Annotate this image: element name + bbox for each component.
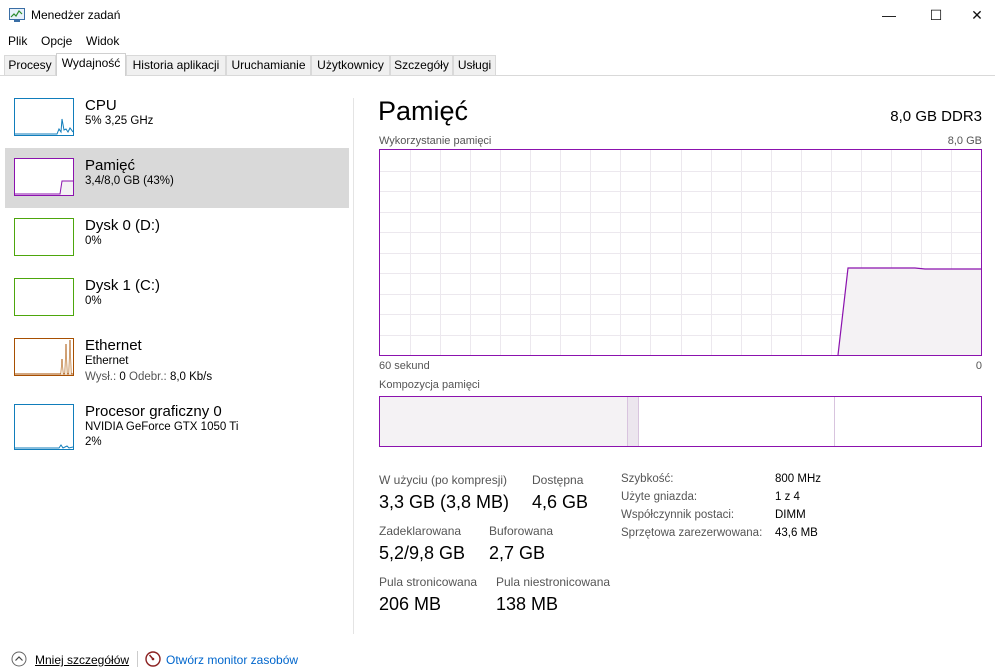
task-manager-icon xyxy=(9,8,25,22)
cached-label: Buforowana xyxy=(489,524,554,538)
tab-wydajnosc[interactable]: Wydajność xyxy=(56,53,126,76)
paged-pool-value: 206 MB xyxy=(379,594,442,614)
send-value: 0 xyxy=(119,371,126,383)
committed-label: Zadeklarowana xyxy=(379,524,462,538)
sidebar-item-detail: 0% xyxy=(85,235,102,247)
pane-divider[interactable] xyxy=(353,98,354,634)
memory-composition-bar xyxy=(379,396,982,447)
receive-label: Odebr.: xyxy=(129,371,167,383)
resource-monitor-icon[interactable] xyxy=(145,651,161,667)
in-use-value: 3,3 GB (3,8 MB) xyxy=(379,492,510,512)
gpu-thumbnail-graph xyxy=(14,404,74,450)
less-details-link[interactable]: Mniej szczegółów xyxy=(35,653,129,667)
open-resource-monitor-link[interactable]: Otwórz monitor zasobów xyxy=(166,653,298,667)
memory-thumbnail-graph xyxy=(14,158,74,196)
hardware-reserved-label: Sprzętowa zarezerwowana: xyxy=(621,527,763,539)
slots-used-value: 1 z 4 xyxy=(775,491,800,503)
disk1-thumbnail-graph xyxy=(14,278,74,316)
tab-procesy[interactable]: Procesy xyxy=(4,55,56,75)
sidebar-item-detail: 3,4/8,0 GB (43%) xyxy=(85,175,174,187)
page-title: Pamięć xyxy=(378,96,469,126)
sidebar-item-gpu[interactable]: Procesor graficzny 0 NVIDIA GeForce GTX … xyxy=(5,394,349,456)
usage-area-fill xyxy=(838,268,981,355)
send-label: Wysł.: xyxy=(85,371,117,383)
form-factor-value: DIMM xyxy=(775,509,806,521)
available-value: 4,6 GB xyxy=(532,492,589,512)
memory-type: 8,0 GB DDR3 xyxy=(890,108,982,125)
sidebar-item-cpu[interactable]: CPU 5% 3,25 GHz xyxy=(5,88,349,148)
memory-usage-graph xyxy=(379,149,982,356)
sidebar-item-detail: NVIDIA GeForce GTX 1050 Ti xyxy=(85,421,239,433)
sidebar-item-title: CPU xyxy=(85,97,117,114)
sidebar-item-title: Dysk 1 (C:) xyxy=(85,277,160,294)
usage-graph-max: 8,0 GB xyxy=(947,135,982,147)
window-title: Menedżer zadań xyxy=(31,8,121,22)
close-button[interactable]: ✕ xyxy=(954,0,995,30)
tab-uruchamianie[interactable]: Uruchamianie xyxy=(226,55,311,75)
sidebar-item-detail: 5% 3,25 GHz xyxy=(85,115,154,127)
ethernet-throughput: Wysł.: 0 Odebr.: 8,0 Kb/s xyxy=(85,371,212,383)
footer-bar: Mniej szczegółów Otwórz monitor zasobów xyxy=(0,645,995,669)
maximize-icon: ☐ xyxy=(929,6,943,23)
receive-value: 8,0 Kb/s xyxy=(169,371,213,383)
tab-uzytkownicy[interactable]: Użytkownicy xyxy=(311,55,390,75)
composition-standby[interactable] xyxy=(639,397,835,446)
sidebar-item-title: Ethernet xyxy=(85,337,142,354)
menu-bar: Plik Opcje Widok xyxy=(0,31,995,51)
title-bar: Menedżer zadań — ☐ ✕ xyxy=(0,0,995,30)
available-label: Dostępna xyxy=(532,473,584,487)
menu-widok[interactable]: Widok xyxy=(86,34,119,48)
sidebar-item-disk0[interactable]: Dysk 0 (D:) 0% xyxy=(5,208,349,268)
sidebar-item-disk1[interactable]: Dysk 1 (C:) 0% xyxy=(5,268,349,328)
composition-free[interactable] xyxy=(835,397,981,446)
hardware-reserved-value: 43,6 MB xyxy=(775,527,818,539)
composition-label: Kompozycja pamięci xyxy=(379,379,480,391)
menu-opcje[interactable]: Opcje xyxy=(41,34,72,48)
menu-plik[interactable]: Plik xyxy=(8,34,27,48)
speed-label: Szybkość: xyxy=(621,473,674,485)
composition-modified[interactable] xyxy=(627,397,639,446)
nonpaged-pool-label: Pula niestronicowana xyxy=(496,575,611,589)
sidebar-item-memory[interactable]: Pamięć 3,4/8,0 GB (43%) xyxy=(5,148,349,208)
sidebar-item-title: Procesor graficzny 0 xyxy=(85,403,222,420)
close-icon: ✕ xyxy=(971,6,983,23)
tab-historia-aplikacji[interactable]: Historia aplikacji xyxy=(126,55,226,75)
minimize-icon: — xyxy=(882,7,896,23)
maximize-button[interactable]: ☐ xyxy=(913,0,959,30)
sidebar-item-title: Pamięć xyxy=(85,157,136,174)
committed-value: 5,2/9,8 GB xyxy=(379,543,466,563)
usage-graph-label: Wykorzystanie pamięci xyxy=(379,135,492,147)
in-use-label: W użyciu (po kompresji) xyxy=(379,473,508,487)
sidebar-item-ethernet[interactable]: Ethernet Ethernet Wysł.: 0 Odebr.: 8,0 K… xyxy=(5,328,349,388)
collapse-chevron-icon[interactable] xyxy=(11,651,27,667)
form-factor-label: Współczynnik postaci: xyxy=(621,509,735,521)
sidebar-item-detail: Ethernet xyxy=(85,355,129,367)
minimize-button[interactable]: — xyxy=(866,0,912,30)
time-axis-left: 60 sekund xyxy=(379,360,430,372)
speed-value: 800 MHz xyxy=(775,473,822,485)
footer-separator xyxy=(137,651,138,667)
disk0-thumbnail-graph xyxy=(14,218,74,256)
sidebar-item-utilization: 2% xyxy=(85,436,102,448)
cached-value: 2,7 GB xyxy=(489,543,546,563)
time-axis-right: 0 xyxy=(975,360,982,372)
paged-pool-label: Pula stronicowana xyxy=(379,575,478,589)
sidebar-item-detail: 0% xyxy=(85,295,102,307)
cpu-thumbnail-graph xyxy=(14,98,74,136)
sidebar-item-title: Dysk 0 (D:) xyxy=(85,217,160,234)
nonpaged-pool-value: 138 MB xyxy=(496,594,559,614)
tab-bar: Procesy Wydajność Historia aplikacji Uru… xyxy=(0,53,995,76)
tab-szczegoly[interactable]: Szczegóły xyxy=(390,55,453,75)
composition-in-use[interactable] xyxy=(380,397,627,446)
ethernet-thumbnail-graph xyxy=(14,338,74,376)
slots-used-label: Użyte gniazda: xyxy=(621,491,698,503)
tab-uslugi[interactable]: Usługi xyxy=(453,55,496,75)
